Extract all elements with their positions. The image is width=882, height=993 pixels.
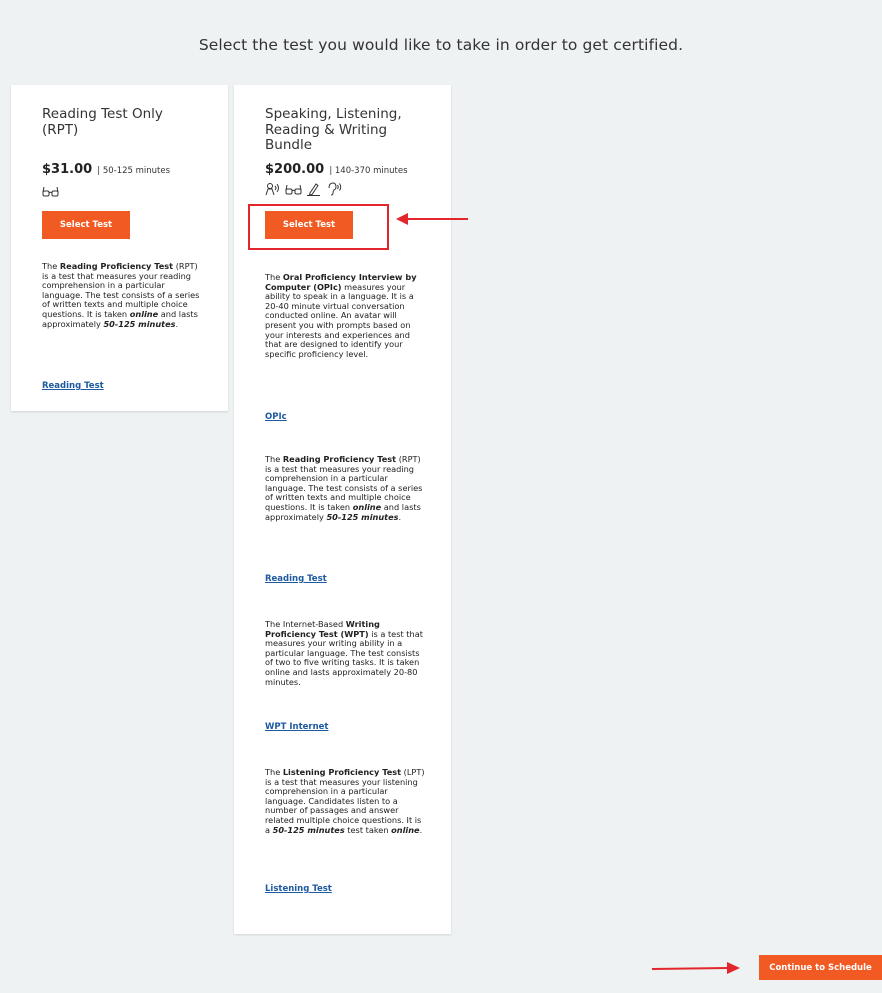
text-run: . [398,511,402,522]
bold-term: Reading Proficiency Test [59,261,174,271]
price-row: $200.00 | 140-370 minutes [265,158,408,177]
bold-term: Reading Proficiency Test [282,454,397,464]
annotation-arrow-select [396,213,468,225]
price: $31.00 [42,162,93,177]
wpt-description: The Internet-Based Writing Proficiency T… [265,619,425,687]
listening-test-link[interactable]: Listening Test [265,884,332,894]
emphasis-term: 50-125 minutes [103,318,176,329]
bold-term: Listening Proficiency Test [282,767,402,777]
select-test-button[interactable]: Select Test [42,211,130,239]
speaking-icon [265,182,281,196]
text-run: The [265,272,283,282]
reading-test-link[interactable]: Reading Test [42,381,104,391]
test-description: The Reading Proficiency Test (RPT) is a … [42,261,202,329]
card-title: Speaking, Listening, Reading & Writing B… [265,106,402,153]
listening-icon [326,182,342,196]
continue-to-schedule-button[interactable]: Continue to Schedule [759,955,882,980]
wpt-internet-link[interactable]: WPT Internet [265,722,328,732]
text-run: test taken [344,824,392,835]
opic-description: The Oral Proficiency Interview by Comput… [265,272,425,359]
text-run: measures your ability to speak in a lang… [265,281,414,359]
skill-icons [42,185,59,197]
page-heading: Select the test you would like to take i… [198,36,684,54]
text-run: The [265,454,283,464]
emphasis-term: online [391,824,420,835]
duration: | 140-370 minutes [329,166,408,176]
price-row: $31.00 | 50-125 minutes [42,158,170,177]
emphasis-term: 50-125 minutes [272,824,345,835]
text-run: The [265,767,283,777]
test-card-reading: Reading Test Only (RPT) $31.00 | 50-125 … [11,85,228,411]
duration: | 50-125 minutes [97,166,171,176]
skill-icons [265,182,342,196]
pencil-icon [306,182,322,196]
text-run: . [419,824,423,835]
card-title: Reading Test Only (RPT) [42,106,163,138]
lpt-description: The Listening Proficiency Test (LPT) is … [265,767,425,835]
emphasis-term: 50-125 minutes [326,511,399,522]
emphasis-term: online [352,501,382,512]
opic-link[interactable]: OPIc [265,412,287,422]
text-run: The [42,261,60,271]
glasses-icon [42,185,59,197]
text-run: is a test that measures your writing abi… [265,628,423,687]
text-run: . [175,318,179,329]
reading-test-link[interactable]: Reading Test [265,574,327,584]
rpt-description: The Reading Proficiency Test (RPT) is a … [265,454,425,522]
text-run: The Internet-Based [265,619,346,629]
glasses-icon [285,183,302,196]
highlight-box [248,204,389,250]
price: $200.00 [265,162,325,177]
emphasis-term: online [129,308,159,319]
annotation-arrow-continue [652,962,740,974]
